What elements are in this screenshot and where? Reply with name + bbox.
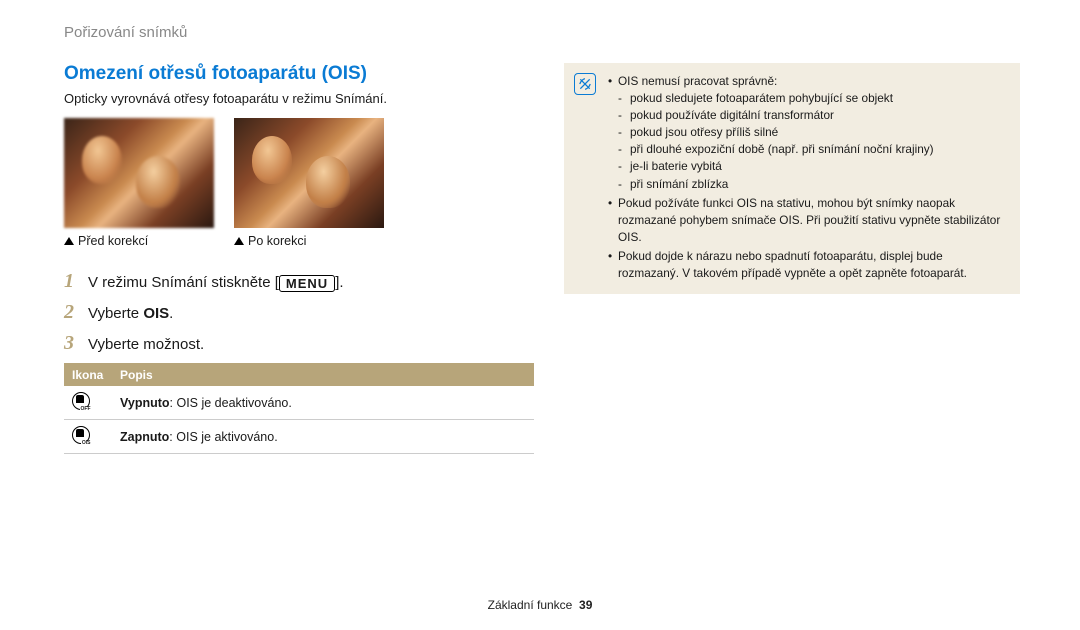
ois-on-icon: OIS <box>72 426 90 444</box>
step-1-pre: V režimu Snímání stiskněte [ <box>88 274 279 291</box>
row-text: : OIS je aktivováno. <box>169 430 277 444</box>
step-1: 1 V režimu Snímání stiskněte [MENU]. <box>64 270 534 293</box>
step-3-text: Vyberte možnost. <box>88 336 204 353</box>
row-text: : OIS je deaktivováno. <box>170 396 292 410</box>
triangle-up-icon <box>234 237 244 245</box>
breadcrumb: Pořizování snímků <box>64 24 1020 41</box>
note-box: OIS nemusí pracovat správně: pokud sledu… <box>564 63 1020 294</box>
example-images <box>64 118 534 228</box>
step-2: 2 Vyberte OIS. <box>64 301 534 324</box>
step-number: 2 <box>64 301 78 324</box>
step-3: 3 Vyberte možnost. <box>64 332 534 355</box>
caption-after: Po korekci <box>234 234 384 248</box>
note-line-1: Pokud požíváte funkci OIS na stativu, mo… <box>608 195 1006 246</box>
ois-off-icon: OFF <box>72 392 90 410</box>
row-label: Vypnuto <box>120 396 170 410</box>
section-title: Omezení otřesů fotoaparátu (OIS) <box>64 63 534 85</box>
note-sub: při snímání zblízka <box>618 176 1006 193</box>
step-number: 1 <box>64 270 78 293</box>
note-sub: pokud používáte digitální transformátor <box>618 107 1006 124</box>
step-2-bold: OIS <box>143 305 169 322</box>
menu-button-icon: MENU <box>279 275 335 292</box>
note-sub: při dlouhé expoziční době (např. při sní… <box>618 141 1006 158</box>
photo-after <box>234 118 384 228</box>
intro-text: Opticky vyrovnává otřesy fotoaparátu v r… <box>64 91 534 106</box>
caption-before-text: Před korekcí <box>78 234 148 248</box>
step-2-pre: Vyberte <box>88 305 143 322</box>
step-2-post: . <box>169 305 173 322</box>
table-row: OFF Vypnuto: OIS je deaktivováno. <box>64 386 534 420</box>
caption-after-text: Po korekci <box>248 234 306 248</box>
table-row: OIS Zapnuto: OIS je aktivováno. <box>64 420 534 454</box>
note-sub: je-li baterie vybitá <box>618 158 1006 175</box>
options-table: Ikona Popis OFF Vypnuto: OIS je deaktivo… <box>64 363 534 454</box>
step-1-post: ]. <box>335 274 343 291</box>
triangle-up-icon <box>64 237 74 245</box>
page-footer: Základní funkce 39 <box>0 598 1080 612</box>
th-desc: Popis <box>112 364 534 387</box>
caption-before: Před korekcí <box>64 234 214 248</box>
note-sub: pokud sledujete fotoaparátem pohybující … <box>618 90 1006 107</box>
footer-label: Základní funkce <box>488 598 573 612</box>
page-number: 39 <box>579 598 592 612</box>
steps-list: 1 V režimu Snímání stiskněte [MENU]. 2 V… <box>64 270 534 355</box>
row-label: Zapnuto <box>120 430 169 444</box>
photo-before <box>64 118 214 228</box>
note-sub: pokud jsou otřesy příliš silné <box>618 124 1006 141</box>
note-line-0: OIS nemusí pracovat správně: <box>618 74 777 88</box>
note-line-2: Pokud dojde k nárazu nebo spadnutí fotoa… <box>608 248 1006 282</box>
note-icon <box>574 73 596 95</box>
step-number: 3 <box>64 332 78 355</box>
th-icon: Ikona <box>64 364 112 387</box>
